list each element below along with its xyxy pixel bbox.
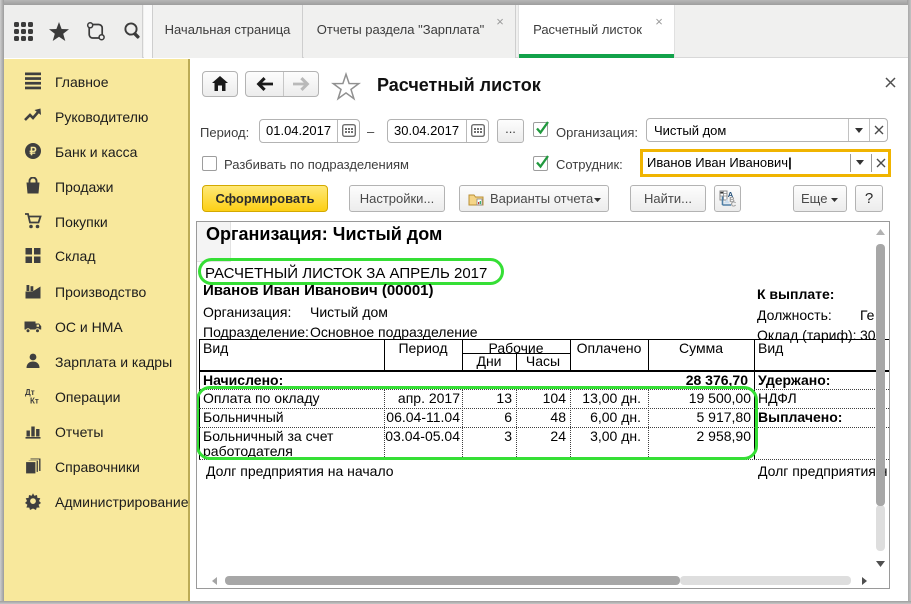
svg-text:Кт: Кт [30, 397, 39, 406]
svg-text:₽: ₽ [30, 146, 37, 158]
svg-text:C: C [731, 200, 736, 208]
